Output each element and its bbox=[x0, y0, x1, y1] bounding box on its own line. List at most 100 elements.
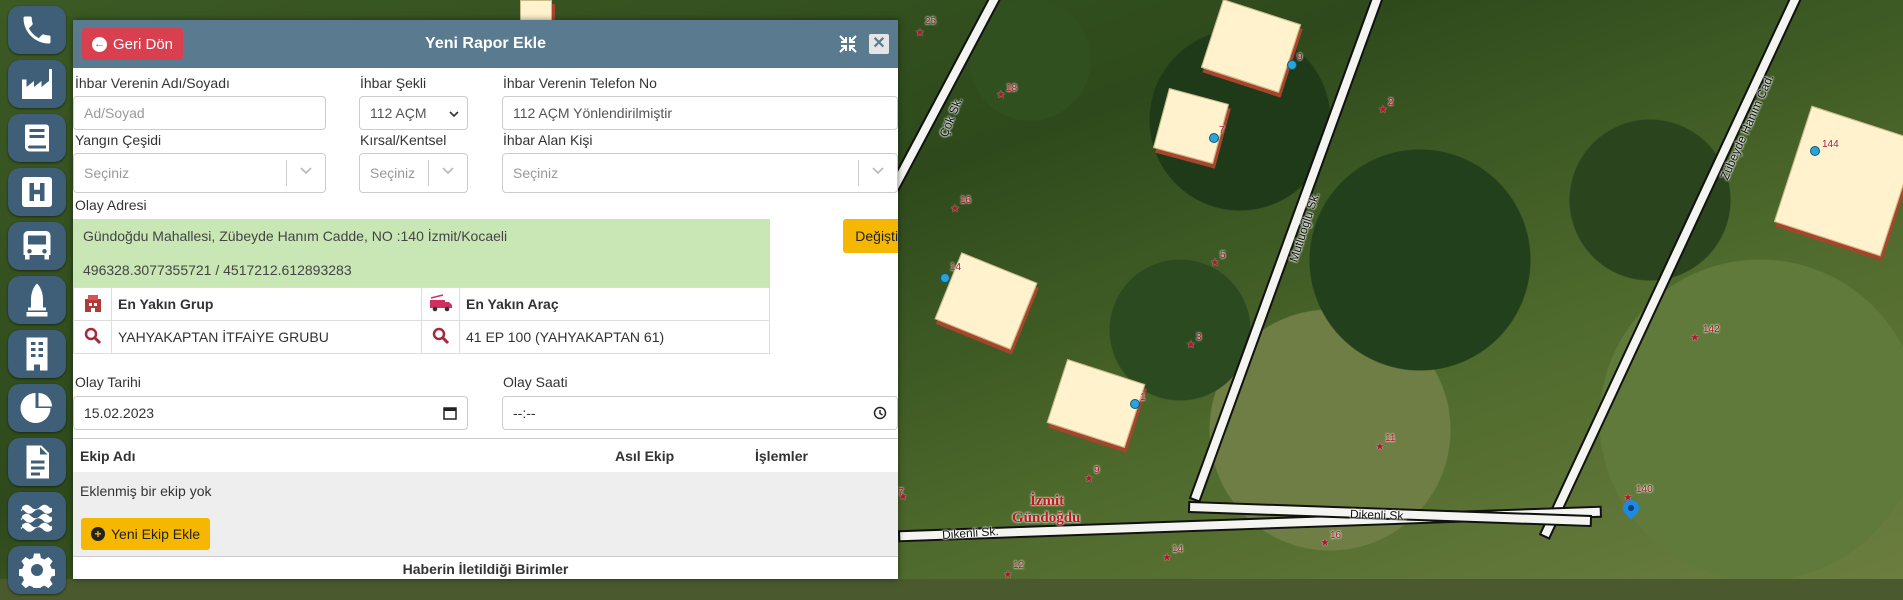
close-button[interactable]: ✕ bbox=[869, 34, 889, 54]
shrink-icon[interactable] bbox=[838, 34, 858, 54]
incident-pin[interactable]: ★ bbox=[950, 204, 960, 215]
hospital-button[interactable] bbox=[8, 168, 66, 216]
building-button[interactable] bbox=[8, 330, 66, 378]
event-time-label: Olay Saati bbox=[503, 374, 568, 390]
nearest-vehicle-value: 41 EP 100 (YAHYAKAPTAN 61) bbox=[459, 320, 770, 354]
incident-pin[interactable]: ★ bbox=[996, 90, 1006, 101]
close-icon: ✕ bbox=[872, 35, 886, 52]
settings-button[interactable] bbox=[8, 546, 66, 594]
incident-pin[interactable]: ★ bbox=[1210, 258, 1220, 269]
event-time-input[interactable]: --:-- bbox=[502, 396, 898, 430]
hospital-icon bbox=[22, 177, 52, 207]
clock-icon[interactable] bbox=[873, 406, 887, 420]
reporter-phone-label: İhbar Verenin Telefon No bbox=[503, 75, 657, 91]
event-time-value: --:-- bbox=[513, 405, 536, 421]
house-number: 14 bbox=[950, 262, 962, 273]
factory-icon bbox=[22, 69, 52, 99]
search-group-button[interactable] bbox=[73, 320, 112, 354]
address-text: Gündoğdu Mahallesi, Zübeyde Hanım Cadde,… bbox=[73, 219, 770, 253]
rural-urban-select[interactable]: Seçiniz bbox=[359, 153, 468, 193]
nearest-group-value: YAHYAKAPTAN İTFAİYE GRUBU bbox=[111, 320, 422, 354]
incident-pin[interactable]: ★ bbox=[1186, 340, 1196, 351]
main-team-column: Asıl Ekip bbox=[615, 448, 675, 464]
search-vehicle-button[interactable] bbox=[421, 320, 460, 354]
fire-type-select[interactable]: Seçiniz bbox=[73, 153, 326, 193]
incident-number: 25 bbox=[925, 16, 937, 27]
statistics-button[interactable] bbox=[8, 384, 66, 432]
panel-header: ← Geri Dön Yeni Rapor Ekle ✕ bbox=[73, 20, 898, 68]
incident-pin[interactable]: ★ bbox=[1375, 442, 1385, 453]
left-toolbar bbox=[8, 6, 68, 600]
house-marker[interactable] bbox=[1209, 133, 1219, 143]
incident-number: 11 bbox=[1385, 433, 1396, 444]
house bbox=[520, 0, 552, 22]
reporter-name-input[interactable]: Ad/Soyad bbox=[73, 96, 326, 130]
event-date-input[interactable]: 15.02.2023 bbox=[73, 396, 468, 430]
plus-icon: + bbox=[91, 527, 105, 541]
bus-button[interactable] bbox=[8, 222, 66, 270]
incident-number: 18 bbox=[1006, 83, 1018, 94]
street-label: Dikenli Sk. bbox=[1349, 507, 1407, 523]
house-number: 1 bbox=[1140, 392, 1146, 403]
bus-icon bbox=[23, 231, 51, 260]
change-address-button[interactable]: Değiştir bbox=[843, 219, 898, 253]
incident-number: 5 bbox=[1220, 250, 1226, 261]
document-button[interactable] bbox=[8, 438, 66, 486]
fire-station-cell bbox=[73, 287, 112, 321]
teams-add-row: + Yeni Ekip Ekle bbox=[73, 510, 898, 557]
incident-pin[interactable]: ★ bbox=[1003, 570, 1013, 580]
search-icon bbox=[432, 327, 449, 344]
incident-number: 2 bbox=[1388, 97, 1394, 108]
add-team-button[interactable]: + Yeni Ekip Ekle bbox=[81, 518, 210, 550]
receiver-placeholder: Seçiniz bbox=[513, 165, 559, 181]
water-button[interactable] bbox=[8, 492, 66, 540]
incident-number: 140 bbox=[1636, 484, 1653, 495]
incident-pin[interactable]: ★ bbox=[1320, 538, 1330, 549]
fire-type-label: Yangın Çeşidi bbox=[75, 132, 162, 148]
place-label: İzmit bbox=[1030, 493, 1065, 509]
house bbox=[1200, 0, 1302, 93]
incident-pin[interactable]: ★ bbox=[1378, 105, 1388, 116]
actions-column: İşlemler bbox=[755, 448, 808, 464]
phone-button[interactable] bbox=[8, 6, 66, 54]
event-date-value: 15.02.2023 bbox=[84, 405, 155, 421]
house-marker[interactable] bbox=[1810, 146, 1820, 156]
report-type-label: İhbar Şekli bbox=[360, 75, 427, 91]
building-icon bbox=[26, 337, 48, 371]
incident-pin[interactable]: ★ bbox=[915, 28, 925, 39]
incident-pin[interactable]: ★ bbox=[1162, 553, 1172, 564]
calendar-icon[interactable] bbox=[443, 406, 457, 420]
phone-icon bbox=[23, 16, 51, 44]
notified-units-title: Haberin İletildiği Birimler bbox=[402, 561, 569, 577]
incident-pin[interactable]: ★ bbox=[1690, 333, 1700, 344]
street-label: Zübeyde Hanım Cad. bbox=[1717, 72, 1777, 182]
incident-number: 7 bbox=[898, 487, 904, 498]
reporter-phone-input[interactable]: 112 AÇM Yönlendirilmiştir bbox=[502, 96, 898, 130]
house-number: 7 bbox=[1219, 125, 1225, 136]
nearest-vehicle-header: En Yakın Araç bbox=[459, 287, 770, 321]
rocket-button[interactable] bbox=[8, 276, 66, 324]
rocket-icon bbox=[26, 283, 48, 317]
incident-number: 142 bbox=[1703, 324, 1720, 335]
address-coordinates: 496328.3077355721 / 4517212.612893283 bbox=[73, 253, 770, 287]
select-separator bbox=[858, 160, 859, 186]
house bbox=[1153, 88, 1229, 164]
document-icon bbox=[26, 445, 49, 479]
fire-truck-cell bbox=[421, 287, 460, 321]
add-team-label: Yeni Ekip Ekle bbox=[111, 526, 200, 542]
house-marker[interactable] bbox=[1287, 60, 1297, 70]
factory-button[interactable] bbox=[8, 60, 66, 108]
rural-urban-label: Kırsal/Kentsel bbox=[360, 132, 447, 148]
incident-number: 14 bbox=[1172, 544, 1184, 555]
incident-pin[interactable]: ★ bbox=[1084, 474, 1094, 485]
report-type-select[interactable]: 112 AÇM bbox=[359, 96, 468, 130]
incident-number: 12 bbox=[1013, 560, 1025, 571]
receiver-select[interactable]: Seçiniz bbox=[502, 153, 898, 193]
nearest-table: En Yakın Grup En Yakın Araç YAHYAKAPTAN … bbox=[73, 287, 770, 354]
house-marker[interactable] bbox=[1130, 399, 1140, 409]
incident-number: 9 bbox=[1094, 465, 1100, 476]
gear-icon bbox=[19, 553, 55, 588]
book-button[interactable] bbox=[8, 114, 66, 162]
teams-empty-row: Eklenmiş bir ekip yok bbox=[73, 472, 898, 510]
house-marker[interactable] bbox=[940, 273, 950, 283]
